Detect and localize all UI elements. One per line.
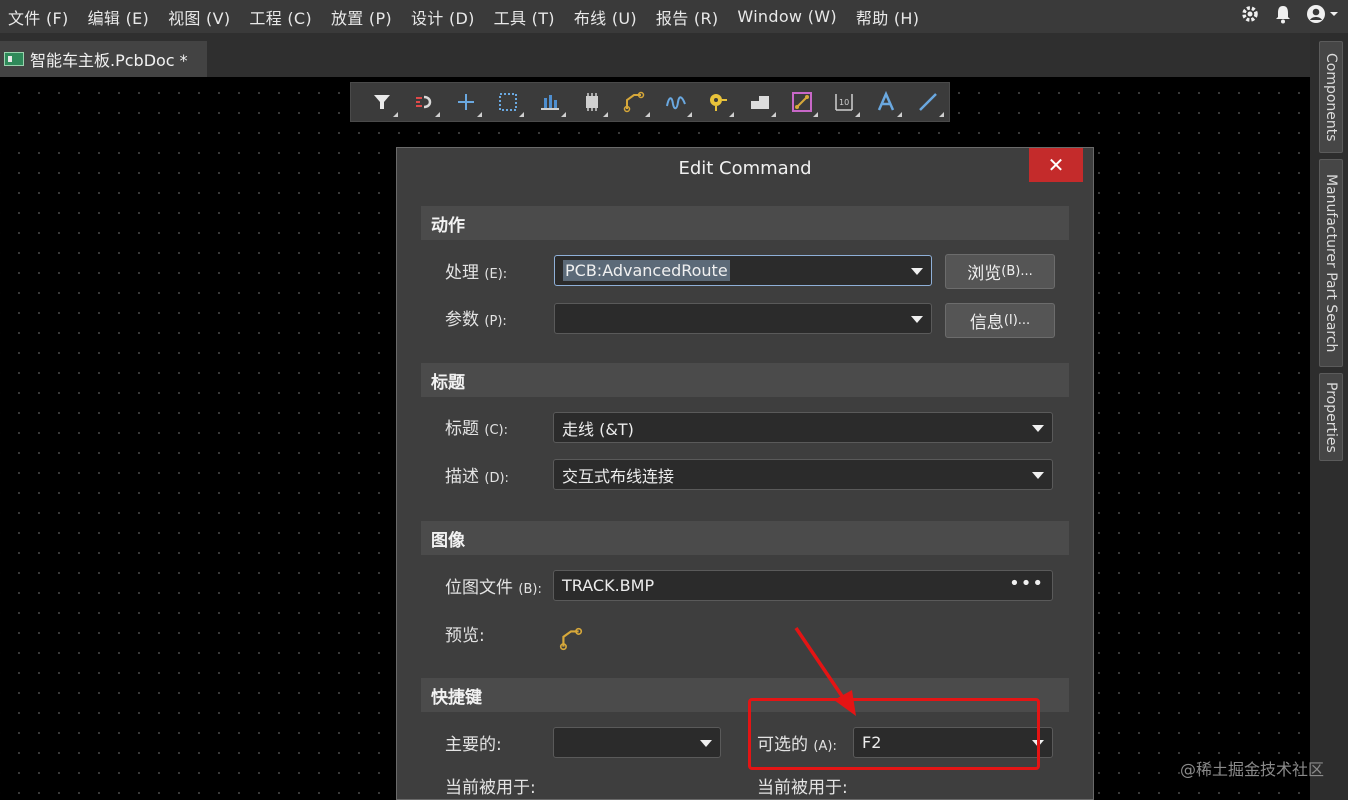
fill-icon[interactable]: [739, 84, 781, 120]
panel-tab-manufacturer-part-search[interactable]: Manufacturer Part Search: [1319, 159, 1343, 367]
diff-pair-icon[interactable]: [655, 84, 697, 120]
ellipsis-icon[interactable]: •••: [1009, 573, 1044, 594]
dimension-icon[interactable]: 10: [823, 84, 865, 120]
description-label-text: 描述: [445, 467, 479, 487]
active-bar-toolbar: 10: [350, 82, 950, 122]
component-icon[interactable]: [571, 84, 613, 120]
primary-shortcut-combobox[interactable]: [553, 727, 721, 758]
preview-label: 预览:: [445, 626, 485, 646]
chevron-down-icon[interactable]: [700, 740, 712, 747]
line-icon[interactable]: [907, 84, 949, 120]
caption-label-text: 标题: [445, 419, 479, 439]
caption-label: 标题 (C):: [445, 414, 508, 439]
info-button-label: 信息: [969, 313, 1004, 333]
description-combobox[interactable]: 交互式布线连接: [553, 459, 1053, 490]
panel-tab-components[interactable]: Components: [1319, 41, 1343, 153]
watermark: @稀土掘金技术社区: [1179, 760, 1324, 779]
menu-window[interactable]: Window (W): [729, 7, 847, 26]
process-label-accel: (E):: [484, 267, 508, 282]
gear-icon[interactable]: [1240, 4, 1260, 29]
description-label: 描述 (D):: [445, 462, 509, 487]
panel-tab-label: Components: [1323, 52, 1339, 142]
params-label: 参数 (P):: [445, 305, 507, 330]
document-tab[interactable]: 智能车主板.PcbDoc *: [0, 41, 207, 77]
menu-design[interactable]: 设计 (D): [403, 5, 486, 29]
section-action-header: 动作: [421, 206, 1069, 240]
info-button[interactable]: 信息 (I)...: [945, 303, 1055, 338]
route-icon[interactable]: [403, 84, 445, 120]
menu-view[interactable]: 视图 (V): [160, 5, 241, 29]
menu-project[interactable]: 工程 (C): [241, 5, 323, 29]
track-icon[interactable]: [613, 84, 655, 120]
menu-file[interactable]: 文件 (F): [0, 5, 80, 29]
menu-route[interactable]: 布线 (U): [566, 5, 648, 29]
user-icon[interactable]: [1306, 4, 1340, 29]
caption-combobox[interactable]: 走线 (&T): [553, 412, 1053, 443]
align-icon[interactable]: [529, 84, 571, 120]
bitmap-label-accel: (B):: [518, 582, 542, 597]
process-combobox[interactable]: PCB:AdvancedRoute: [554, 255, 932, 286]
info-button-accel: (I)...: [1003, 313, 1031, 328]
filter-icon[interactable]: [361, 84, 403, 120]
chevron-down-icon[interactable]: [911, 268, 923, 275]
browse-button-label: 浏览: [967, 264, 1002, 284]
description-label-accel: (D):: [484, 471, 509, 486]
section-caption-header: 标题: [421, 363, 1069, 397]
section-image-header: 图像: [421, 521, 1069, 555]
process-label: 处理 (E):: [445, 258, 507, 283]
caption-label-accel: (C):: [484, 423, 509, 438]
menu-reports[interactable]: 报告 (R): [648, 5, 730, 29]
chevron-down-icon[interactable]: [911, 316, 923, 323]
used-by-left-label: 当前被用于:: [445, 778, 536, 798]
bitmap-value: TRACK.BMP: [562, 576, 655, 595]
params-combobox[interactable]: [554, 303, 932, 334]
chevron-down-icon[interactable]: [1032, 472, 1044, 479]
bitmap-file-field[interactable]: TRACK.BMP •••: [553, 570, 1053, 601]
browse-button-accel: (B)...: [1001, 264, 1033, 279]
menu-tools[interactable]: 工具 (T): [486, 5, 566, 29]
bitmap-label-text: 位图文件: [445, 578, 513, 598]
pcb-document-icon: [4, 52, 24, 66]
svg-text:10: 10: [839, 98, 849, 107]
document-tab-label: 智能车主板.PcbDoc *: [30, 51, 188, 70]
process-label-text: 处理: [445, 263, 479, 283]
select-rect-icon[interactable]: [487, 84, 529, 120]
browse-button[interactable]: 浏览 (B)...: [945, 254, 1055, 289]
right-side-panel: Components Manufacturer Part Search Prop…: [1310, 33, 1348, 800]
process-value: PCB:AdvancedRoute: [563, 260, 730, 281]
panel-tab-properties[interactable]: Properties: [1319, 373, 1343, 461]
panel-tab-label: Manufacturer Part Search: [1323, 173, 1339, 353]
params-label-text: 参数: [445, 310, 479, 330]
text-icon[interactable]: [865, 84, 907, 120]
highlight-box: [748, 698, 1040, 770]
menu-edit[interactable]: 编辑 (E): [80, 5, 160, 29]
track-preview-icon: [559, 627, 583, 651]
description-value: 交互式布线连接: [562, 466, 675, 486]
used-by-right-label: 当前被用于:: [757, 778, 848, 798]
close-icon: ✕: [1047, 153, 1065, 177]
panel-tab-label: Properties: [1323, 381, 1339, 453]
cross-icon[interactable]: [445, 84, 487, 120]
document-tab-strip: 智能车主板.PcbDoc *: [0, 33, 1310, 77]
menu-help[interactable]: 帮助 (H): [848, 5, 930, 29]
region-icon[interactable]: [781, 84, 823, 120]
dialog-title: Edit Command: [678, 158, 812, 179]
caption-value: 走线 (&T): [562, 419, 634, 439]
bell-icon[interactable]: [1274, 4, 1292, 29]
close-button[interactable]: ✕: [1029, 148, 1083, 182]
via-icon[interactable]: [697, 84, 739, 120]
menu-bar: 文件 (F) 编辑 (E) 视图 (V) 工程 (C) 放置 (P) 设计 (D…: [0, 0, 1348, 33]
params-label-accel: (P):: [484, 314, 507, 329]
primary-shortcut-label: 主要的:: [445, 735, 502, 755]
dialog-titlebar[interactable]: Edit Command ✕: [397, 148, 1093, 192]
bitmap-label: 位图文件 (B):: [445, 573, 542, 598]
chevron-down-icon[interactable]: [1032, 425, 1044, 432]
menu-place[interactable]: 放置 (P): [323, 5, 403, 29]
